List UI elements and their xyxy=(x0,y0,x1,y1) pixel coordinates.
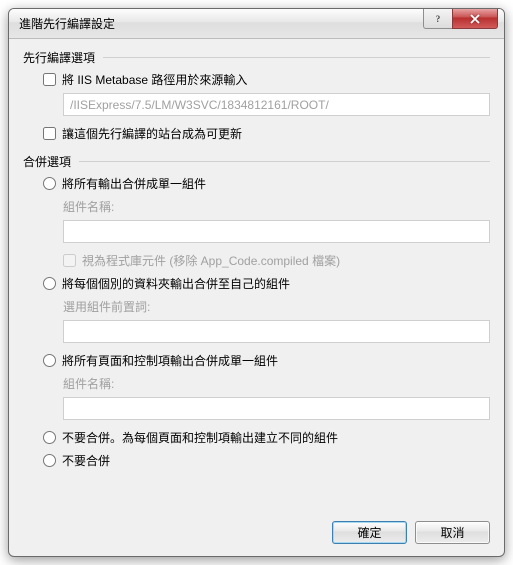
row-folder-prefix-label: 選用組件前置詞: xyxy=(23,295,490,318)
row-treat-as-lib: 視為程式庫元件 (移除 App_Code.compiled 檔案) xyxy=(23,249,490,272)
row-opt-pages: 將所有頁面和控制項輸出合併成單一組件 xyxy=(23,349,490,372)
row-opt-single: 將所有輸出合併成單一組件 xyxy=(23,172,490,195)
row-folder-prefix-input xyxy=(23,318,490,349)
label-updatable: 讓這個先行編譯的站台成為可更新 xyxy=(62,125,242,142)
group-title-text: 合併選項 xyxy=(23,153,71,170)
group-title-merge: 合併選項 xyxy=(23,153,490,172)
titlebar: 進階先行編譯設定 ? xyxy=(9,9,504,39)
dialog-buttons: 確定 取消 xyxy=(332,521,490,544)
input-pages-assembly[interactable] xyxy=(63,397,490,420)
help-button[interactable]: ? xyxy=(423,9,453,29)
group-divider xyxy=(79,161,490,162)
radio-opt-single[interactable] xyxy=(43,177,56,190)
svg-text:?: ? xyxy=(436,14,441,24)
row-use-metabase: 將 IIS Metabase 路徑用於來源輸入 xyxy=(23,68,490,91)
cancel-button[interactable]: 取消 xyxy=(415,521,490,544)
row-updatable: 讓這個先行編譯的站台成為可更新 xyxy=(23,122,490,145)
label-opt-folder: 將每個個別的資料夾輸出合併至自己的組件 xyxy=(62,275,290,292)
label-opt-none: 不要合併 xyxy=(62,452,110,469)
radio-opt-pages[interactable] xyxy=(43,354,56,367)
row-single-assembly-label: 組件名稱: xyxy=(23,195,490,218)
label-opt-single: 將所有輸出合併成單一組件 xyxy=(62,175,206,192)
label-opt-none-each: 不要合併。為每個頁面和控制項輸出建立不同的組件 xyxy=(62,429,338,446)
row-opt-folder: 將每個個別的資料夾輸出合併至自己的組件 xyxy=(23,272,490,295)
title-controls: ? xyxy=(423,9,498,29)
row-pages-assembly-label: 組件名稱: xyxy=(23,372,490,395)
group-divider xyxy=(103,57,490,58)
label-use-metabase: 將 IIS Metabase 路徑用於來源輸入 xyxy=(62,71,247,88)
checkbox-treat-as-lib[interactable] xyxy=(63,254,76,267)
close-button[interactable] xyxy=(452,9,498,29)
checkbox-updatable[interactable] xyxy=(43,127,56,140)
dialog-content: 先行編譯選項 將 IIS Metabase 路徑用於來源輸入 讓這個先行編譯的站… xyxy=(9,39,504,556)
radio-opt-folder[interactable] xyxy=(43,277,56,290)
label-assembly-name: 組件名稱: xyxy=(63,198,114,215)
row-opt-none: 不要合併 xyxy=(23,449,490,472)
label-opt-pages: 將所有頁面和控制項輸出合併成單一組件 xyxy=(62,352,278,369)
input-metabase-path[interactable] xyxy=(63,93,490,116)
checkbox-use-metabase[interactable] xyxy=(43,73,56,86)
dialog-window: 進階先行編譯設定 ? 先行編譯選項 將 IIS Metabase 路徑用於來源輸… xyxy=(8,8,505,557)
label-pages-assembly: 組件名稱: xyxy=(63,375,114,392)
merge-group: 合併選項 將所有輸出合併成單一組件 組件名稱: 視為程式庫元件 (移除 App_… xyxy=(23,153,490,472)
group-title-text: 先行編譯選項 xyxy=(23,49,95,66)
row-metabase-path xyxy=(23,91,490,122)
row-pages-assembly-input xyxy=(23,395,490,426)
close-icon xyxy=(469,14,481,24)
row-single-assembly-input xyxy=(23,218,490,249)
row-opt-none-each: 不要合併。為每個頁面和控制項輸出建立不同的組件 xyxy=(23,426,490,449)
label-prefix: 選用組件前置詞: xyxy=(63,298,150,315)
input-single-assembly[interactable] xyxy=(63,220,490,243)
input-folder-prefix[interactable] xyxy=(63,320,490,343)
ok-button[interactable]: 確定 xyxy=(332,521,407,544)
radio-opt-none[interactable] xyxy=(43,454,56,467)
window-title: 進階先行編譯設定 xyxy=(19,15,115,32)
radio-opt-none-each[interactable] xyxy=(43,431,56,444)
precompile-group: 先行編譯選項 將 IIS Metabase 路徑用於來源輸入 讓這個先行編譯的站… xyxy=(23,49,490,145)
label-treat-as-lib: 視為程式庫元件 (移除 App_Code.compiled 檔案) xyxy=(82,252,340,269)
group-title-precompile: 先行編譯選項 xyxy=(23,49,490,68)
help-icon: ? xyxy=(433,14,443,24)
